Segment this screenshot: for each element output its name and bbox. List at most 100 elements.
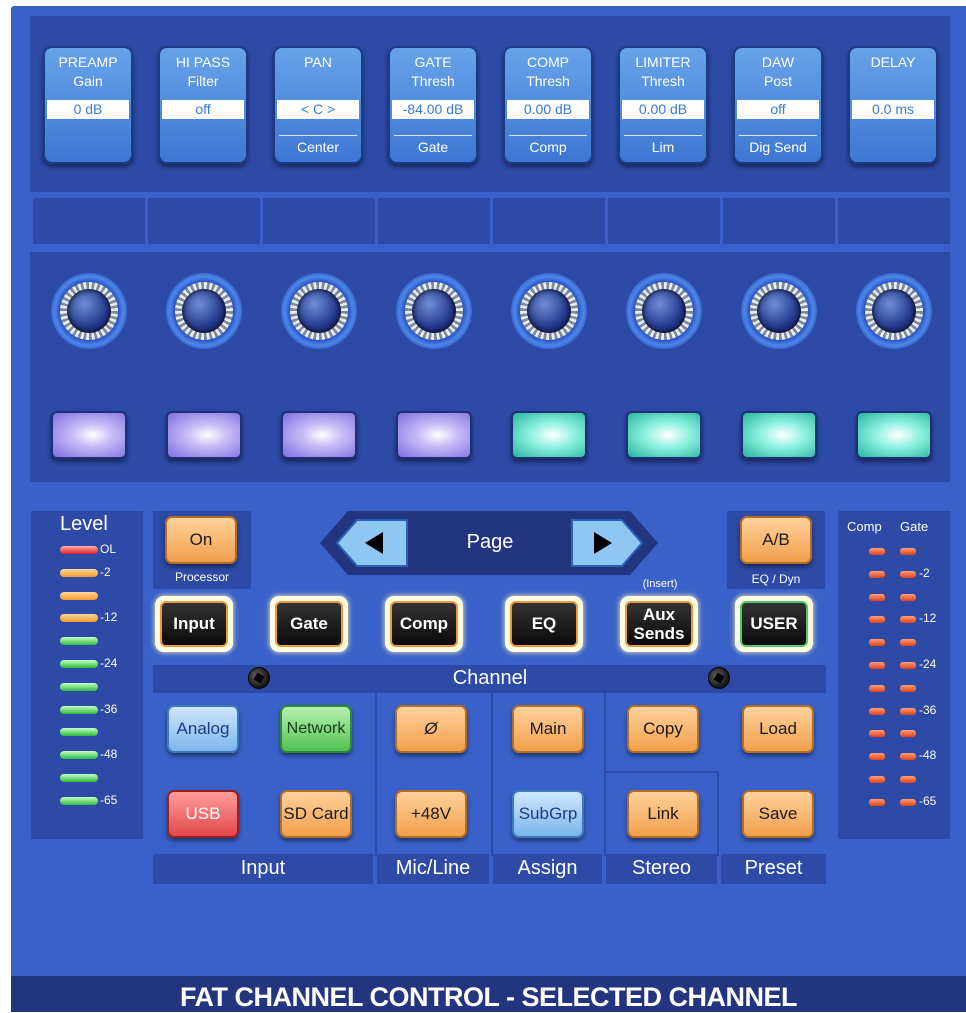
comp-led (869, 753, 885, 761)
processor-on-button[interactable]: On (165, 516, 237, 564)
channel-gate-button[interactable]: Gate (270, 596, 348, 652)
comp-gate-meter-panel (838, 511, 950, 839)
gate-led (900, 548, 916, 555)
channel-eq-label: EQ (510, 601, 578, 647)
gate-led (900, 730, 916, 738)
select-pad-button[interactable] (511, 411, 587, 459)
channel-aux-sends-core: Aux Sends (625, 601, 693, 647)
level-meter-title: Level (60, 513, 108, 535)
comp-led (869, 798, 885, 806)
input-sdcard-button[interactable]: SD Card (280, 790, 352, 838)
page-next-button[interactable] (570, 518, 644, 568)
select-pad-button[interactable] (856, 411, 932, 459)
level-meter-label: -48 (100, 747, 118, 762)
gate-led (900, 616, 916, 624)
insert-caption: (Insert) (642, 578, 678, 590)
comp-led (869, 639, 885, 647)
divider-assign-stereo (604, 693, 606, 856)
encoder-knob[interactable] (281, 273, 357, 349)
divider-micline-assign (491, 693, 493, 856)
comp-gate-meter-label: -24 (919, 657, 937, 671)
gate-meter-label: Gate (900, 519, 929, 534)
parameter-value: 0.00 dB (622, 100, 704, 119)
encoder-knob[interactable] (741, 273, 817, 349)
page-prev-button[interactable] (335, 518, 409, 568)
level-led (60, 614, 98, 623)
comp-led (869, 616, 885, 624)
parameter-subname: Gain (73, 73, 103, 89)
phase-invert-button[interactable]: Ø (395, 705, 467, 753)
channel-aux-sends-button[interactable]: Aux Sends (620, 596, 698, 652)
comp-gate-meter-label: -12 (919, 611, 937, 626)
encoder-knob[interactable] (166, 273, 242, 349)
encoder-knob[interactable] (511, 273, 587, 349)
level-meter-label: -65 (100, 792, 118, 807)
level-meter-label: OL (100, 542, 117, 556)
gate-led (900, 662, 916, 669)
preset-save-button[interactable]: Save (742, 790, 814, 838)
encoder-knob[interactable] (396, 273, 472, 349)
parameter-name: DELAY (870, 54, 916, 70)
phantom-power-button[interactable]: +48V (395, 790, 467, 838)
select-pad-button[interactable] (166, 411, 242, 459)
preset-load-button[interactable]: Load (742, 705, 814, 753)
level-meter-label: -2 (100, 564, 111, 579)
parameter-mode: Center (296, 139, 340, 155)
select-pad-button[interactable] (396, 411, 472, 459)
ab-button[interactable]: A/B (740, 516, 812, 564)
assign-subgrp-button[interactable]: SubGrp (512, 790, 584, 838)
parameter-name: LIMITER (635, 54, 691, 70)
input-usb-button[interactable]: USB (167, 790, 239, 838)
channel-user-button[interactable]: USER (735, 596, 813, 652)
channel-column-label-area (608, 198, 720, 244)
stereo-copy-button[interactable]: Copy (627, 705, 699, 753)
parameter-name: COMP (527, 54, 569, 70)
channel-input-button[interactable]: Input (155, 596, 233, 652)
parameter-subname: Thresh (641, 73, 685, 89)
parameter-display: GATE Thresh -84.00 dB Gate (388, 46, 478, 164)
select-pad-button[interactable] (626, 411, 702, 459)
level-meter-panel (31, 511, 143, 839)
parameter-value: off (162, 100, 244, 119)
comp-led (869, 593, 885, 601)
display-separator (279, 135, 357, 136)
knob-cap (757, 289, 801, 333)
level-led (60, 751, 98, 760)
stereo-box-top (604, 771, 719, 773)
input-analog-button[interactable]: Analog (167, 705, 239, 753)
assign-main-button[interactable]: Main (512, 705, 584, 753)
level-led (60, 796, 98, 805)
select-pad-button[interactable] (281, 411, 357, 459)
knob-cap (182, 289, 226, 333)
encoder-knob[interactable] (856, 273, 932, 349)
level-led (60, 546, 98, 554)
parameter-value: off (737, 100, 819, 119)
encoder-knob[interactable] (51, 273, 127, 349)
level-led (60, 705, 98, 714)
channel-comp-button[interactable]: Comp (385, 596, 463, 652)
gate-led (900, 776, 916, 783)
parameter-value: < C > (277, 100, 359, 119)
channel-column-label-area (378, 198, 490, 244)
stereo-link-button[interactable]: Link (627, 790, 699, 838)
encoder-knob[interactable] (626, 273, 702, 349)
stereo-box-right (717, 771, 719, 856)
input-network-button[interactable]: Network (280, 705, 352, 753)
channel-eq-button[interactable]: EQ (505, 596, 583, 652)
divider-input-micline (375, 693, 377, 856)
level-led (60, 568, 98, 577)
parameter-value: 0 dB (47, 100, 129, 119)
select-pad-button[interactable] (741, 411, 817, 459)
screw-left-icon (248, 667, 270, 689)
level-meter-label: -12 (100, 610, 118, 625)
knob-cap (527, 289, 571, 333)
gate-led (900, 639, 916, 647)
aux-label: Aux (642, 605, 676, 624)
select-pad-button[interactable] (51, 411, 127, 459)
gate-led (900, 707, 916, 715)
level-led (60, 774, 98, 782)
parameter-display: LIMITER Thresh 0.00 dB Lim (618, 46, 708, 164)
section-label-assign: Assign (517, 857, 578, 879)
comp-led (869, 570, 885, 578)
level-led (60, 637, 98, 646)
